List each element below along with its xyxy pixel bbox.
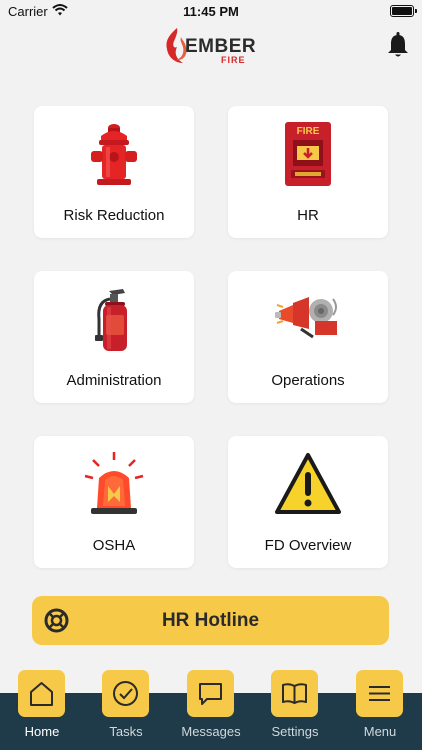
brand-logo: EMBER FIRE [163,27,256,67]
book-icon [282,683,307,704]
warning-icon [275,453,341,514]
tab-settings[interactable]: Settings [265,670,325,750]
card-operations[interactable]: Operations [228,271,388,403]
siren-horn-icon [275,297,337,339]
card-label: Administration [66,372,162,389]
tab-label: Home [24,724,60,739]
card-label: FD Overview [264,537,352,554]
emergency-light-icon [84,452,144,514]
status-bar: Carrier 11:45 PM [0,0,422,24]
menu-icon [369,686,390,701]
hr-hotline-button[interactable]: HR Hotline [32,596,389,645]
tab-messages[interactable]: Messages [181,670,241,750]
brand-sub: FIRE [221,55,246,65]
tab-label: Messages [181,724,241,739]
tab-tasks[interactable]: Tasks [96,670,156,750]
fire-alarm-icon: FIRE [285,122,331,186]
fire-hydrant-icon [91,124,137,185]
card-osha[interactable]: OSHA [34,436,194,568]
card-administration[interactable]: Administration [34,271,194,403]
tab-label: Menu [363,724,397,739]
tab-home[interactable]: Home [12,670,72,750]
check-icon [113,681,138,706]
card-hr[interactable]: FIRE HR [228,106,388,238]
battery-icon [390,5,417,17]
card-fd-overview[interactable]: FD Overview [228,436,388,568]
home-icon [30,682,53,706]
card-risk-reduction[interactable]: Risk Reduction [34,106,194,238]
message-icon [199,683,222,705]
card-label: OSHA [92,537,136,554]
tab-label: Tasks [109,724,143,739]
tab-bar: Home Tasks Messages Settings Menu [0,670,422,750]
hr-hotline-label: HR Hotline [161,610,260,631]
tab-menu[interactable]: Menu [350,670,410,750]
fire-extinguisher-icon [95,289,127,351]
svg-text:FIRE: FIRE [297,126,320,137]
clock: 11:45 PM [183,4,239,19]
notification-bell-icon[interactable] [386,32,410,58]
card-label: Risk Reduction [63,207,165,224]
card-label: HR [297,207,319,224]
card-label: Operations [271,372,345,389]
tab-label: Settings [271,724,319,739]
